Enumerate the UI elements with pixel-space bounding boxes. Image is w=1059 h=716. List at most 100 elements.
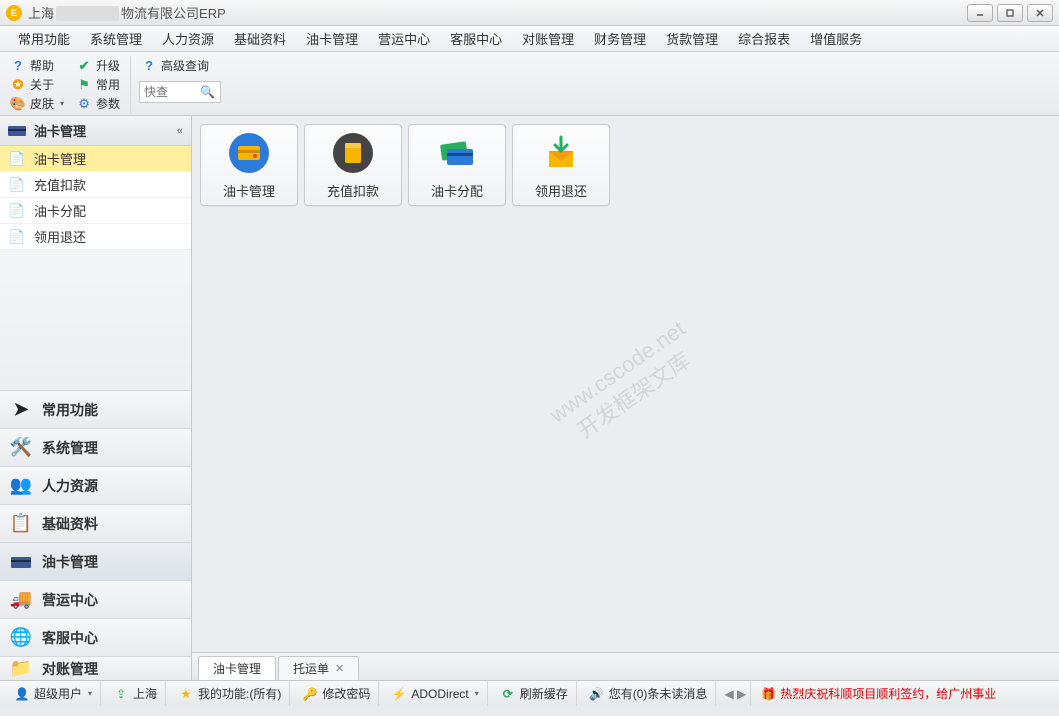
skin-button[interactable]: 🎨皮肤▾ <box>8 94 66 113</box>
upgrade-button[interactable]: ✔升级 <box>74 56 122 75</box>
card-icon <box>10 551 32 573</box>
flag-icon: ⚑ <box>76 77 92 93</box>
sidebar-cat-system[interactable]: 🛠️系统管理 <box>0 428 191 466</box>
doc-icon: 📄 <box>8 151 26 167</box>
menu-item[interactable]: 系统管理 <box>80 26 152 51</box>
menu-item[interactable]: 人力资源 <box>152 26 224 51</box>
minimize-button[interactable] <box>967 4 993 22</box>
tile-label: 油卡分配 <box>431 181 483 200</box>
doc-icon: 📄 <box>8 229 26 245</box>
status-ado[interactable]: ⚡ADODirect▾ <box>383 681 487 706</box>
app-icon: E <box>6 5 22 21</box>
sidebar-cat-basic[interactable]: 📋基础资料 <box>0 504 191 542</box>
credit-card-icon <box>227 131 271 175</box>
tile-label: 充值扣款 <box>327 181 379 200</box>
collapse-icon[interactable]: « <box>177 125 183 137</box>
menu-item[interactable]: 增值服务 <box>800 26 872 51</box>
menu-item[interactable]: 常用功能 <box>8 26 80 51</box>
menu-item[interactable]: 综合报表 <box>728 26 800 51</box>
status-marquee: 🎁热烈庆祝科顺项目顺利签约，给广州事业 <box>755 685 1053 702</box>
sidebar-item-return[interactable]: 📄领用退还 <box>0 224 191 250</box>
close-button[interactable] <box>1027 4 1053 22</box>
tile-return[interactable]: 领用退还 <box>512 124 610 206</box>
palette-icon: 🎨 <box>10 96 26 112</box>
tab-waybill[interactable]: 托运单✕ <box>278 656 359 680</box>
sidebar-cat-oilcard[interactable]: 油卡管理 <box>0 542 191 580</box>
chevron-down-icon: ▾ <box>60 99 64 108</box>
toolbar: ?帮助 ✔升级 ✪关于 ⚑常用 🎨皮肤▾ ⚙参数 ?高级查询 🔍 <box>0 52 1059 116</box>
advanced-search-button[interactable]: ?高级查询 <box>139 56 221 75</box>
quick-search-input[interactable]: 🔍 <box>139 81 221 103</box>
tile-recharge[interactable]: 充值扣款 <box>304 124 402 206</box>
refresh-icon: ⟳ <box>500 686 516 702</box>
folder-icon: 📁 <box>10 658 32 680</box>
window-title: 上海 物流有限公司ERP <box>28 3 967 22</box>
menu-item[interactable]: 客服中心 <box>440 26 512 51</box>
sidebar-cat-common[interactable]: ➤常用功能 <box>0 390 191 428</box>
gear-icon: ⚙ <box>76 96 92 112</box>
star-icon: ★ <box>178 686 194 702</box>
tile-label: 油卡管理 <box>223 181 275 200</box>
status-myfunc[interactable]: ★我的功能:(所有) <box>170 681 290 706</box>
status-unread[interactable]: 🔊您有(0)条未读消息 <box>581 681 717 706</box>
tile-card-manage[interactable]: 油卡管理 <box>200 124 298 206</box>
menu-item[interactable]: 财务管理 <box>584 26 656 51</box>
help-icon: ? <box>10 58 26 74</box>
title-bar: E 上海 物流有限公司ERP <box>0 0 1059 26</box>
menu-item[interactable]: 对账管理 <box>512 26 584 51</box>
people-icon: 👥 <box>10 475 32 497</box>
sidebar-cat-reconcile[interactable]: 📁对账管理 <box>0 656 191 680</box>
tile-label: 领用退还 <box>535 181 587 200</box>
chevron-down-icon: ▾ <box>475 689 479 698</box>
search-field[interactable] <box>144 85 200 99</box>
menu-item[interactable]: 基础资料 <box>224 26 296 51</box>
key-icon: 🔑 <box>302 686 318 702</box>
money-icon <box>331 131 375 175</box>
location-icon: ⇪ <box>113 686 129 702</box>
sidebar-cat-hr[interactable]: 👥人力资源 <box>0 466 191 504</box>
document-tabs: 油卡管理 托运单✕ <box>192 652 1059 680</box>
tile-area: 油卡管理 充值扣款 油卡分配 领用退还 www.cscode.net 开发框架文… <box>192 116 1059 652</box>
status-refresh[interactable]: ⟳刷新缓存 <box>492 681 577 706</box>
sidebar: 油卡管理 « 📄油卡管理 📄充值扣款 📄油卡分配 📄领用退还 ➤常用功能 🛠️系… <box>0 116 192 680</box>
about-button[interactable]: ✪关于 <box>8 75 66 94</box>
menu-bar: 常用功能 系统管理 人力资源 基础资料 油卡管理 营运中心 客服中心 对账管理 … <box>0 26 1059 52</box>
tile-distribute[interactable]: 油卡分配 <box>408 124 506 206</box>
status-change-pwd[interactable]: 🔑修改密码 <box>294 681 379 706</box>
card-icon <box>8 124 26 138</box>
sidebar-item-card-manage[interactable]: 📄油卡管理 <box>0 146 191 172</box>
menu-item[interactable]: 营运中心 <box>368 26 440 51</box>
sidebar-cat-service[interactable]: 🌐客服中心 <box>0 618 191 656</box>
mail-download-icon <box>539 131 583 175</box>
cards-icon <box>435 131 479 175</box>
cursor-icon: ➤ <box>10 399 32 421</box>
common-button[interactable]: ⚑常用 <box>74 75 122 94</box>
menu-item[interactable]: 货款管理 <box>656 26 728 51</box>
maximize-button[interactable] <box>997 4 1023 22</box>
sidebar-item-recharge[interactable]: 📄充值扣款 <box>0 172 191 198</box>
tools-icon: 🛠️ <box>10 437 32 459</box>
user-icon: 👤 <box>14 686 30 702</box>
check-icon: ✔ <box>76 58 92 74</box>
watermark: www.cscode.net 开发框架文库 <box>544 315 707 453</box>
search-icon[interactable]: 🔍 <box>200 85 215 99</box>
list-icon: 📋 <box>10 513 32 535</box>
menu-item[interactable]: 油卡管理 <box>296 26 368 51</box>
tab-card-manage[interactable]: 油卡管理 <box>198 656 276 680</box>
truck-icon: 🚚 <box>10 589 32 611</box>
sidebar-cat-operation[interactable]: 🚚营运中心 <box>0 580 191 618</box>
status-branch[interactable]: ⇪上海 <box>105 681 166 706</box>
speaker-icon: 🔊 <box>589 686 605 702</box>
params-button[interactable]: ⚙参数 <box>74 94 122 113</box>
status-user[interactable]: 👤超级用户▾ <box>6 681 101 706</box>
doc-icon: 📄 <box>8 177 26 193</box>
status-nav[interactable]: ◀ ▶ <box>720 681 751 706</box>
content-area: 油卡管理 充值扣款 油卡分配 领用退还 www.cscode.net 开发框架文… <box>192 116 1059 680</box>
help-button[interactable]: ?帮助 <box>8 56 66 75</box>
chevron-down-icon: ▾ <box>88 689 92 698</box>
info-icon: ✪ <box>10 77 26 93</box>
search-help-icon: ? <box>141 58 157 74</box>
bolt-icon: ⚡ <box>391 686 407 702</box>
sidebar-item-distribute[interactable]: 📄油卡分配 <box>0 198 191 224</box>
close-icon[interactable]: ✕ <box>335 662 344 675</box>
